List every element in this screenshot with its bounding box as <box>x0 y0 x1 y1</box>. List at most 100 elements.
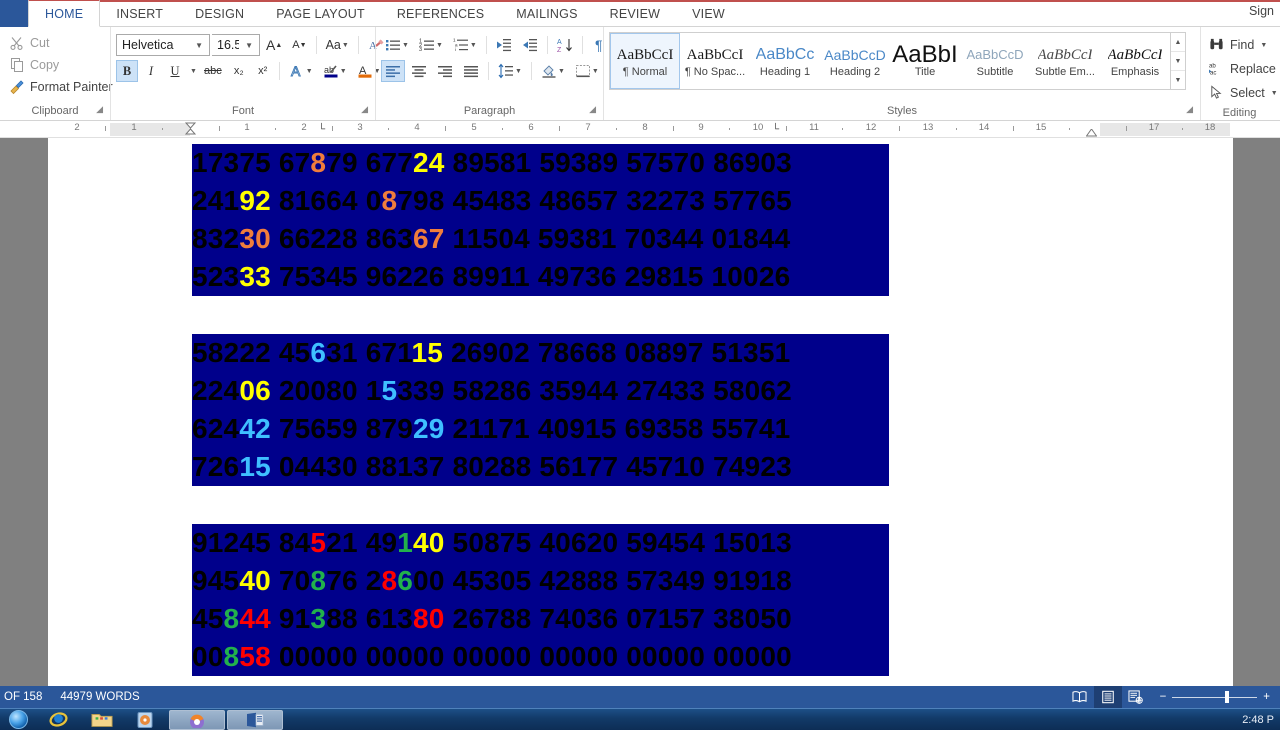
align-right-button[interactable] <box>433 60 457 82</box>
word-count-label[interactable]: 44979 WORDS <box>60 691 139 703</box>
number-run: 91245 84 <box>192 527 311 558</box>
line-spacing-button[interactable]: ▼ <box>494 60 526 82</box>
select-button[interactable]: Select ▼ <box>1206 82 1280 104</box>
shading-button[interactable]: ▼ <box>537 60 569 82</box>
bullets-button[interactable]: ▼ <box>381 34 413 56</box>
paragraph-dialog-launcher[interactable]: ◢ <box>589 100 596 118</box>
underline-button[interactable]: U <box>164 60 186 82</box>
font-dialog-launcher[interactable]: ◢ <box>361 100 368 118</box>
style-heading-2[interactable]: AaBbCcD Heading 2 <box>820 33 890 89</box>
ruler-tick: 7 <box>585 122 591 133</box>
tab-view[interactable]: VIEW <box>676 0 741 27</box>
decrease-indent-button[interactable] <box>492 34 516 56</box>
read-mode-button[interactable] <box>1066 686 1094 708</box>
style-title[interactable]: AaBbI Title <box>890 33 960 89</box>
tab-review[interactable]: REVIEW <box>594 0 677 27</box>
tab-mailings[interactable]: MAILINGS <box>500 0 593 27</box>
shrink-font-button[interactable]: A ▼ <box>288 34 310 56</box>
number-run: 624 <box>192 413 240 444</box>
right-indent-marker[interactable] <box>1086 129 1097 137</box>
font-name-combobox[interactable]: Helvetica ▼ <box>116 34 210 56</box>
tab-references[interactable]: REFERENCES <box>381 0 500 27</box>
numbering-button[interactable]: 123 ▼ <box>415 34 447 56</box>
cut-button[interactable]: Cut <box>5 32 117 53</box>
number-run: 8 <box>223 641 240 672</box>
multilevel-list-button[interactable]: 1ai ▼ <box>449 34 481 56</box>
zoom-control[interactable]: − + <box>1150 691 1276 703</box>
change-case-button[interactable]: Aa ▼ <box>322 34 353 56</box>
style-subtle-emphasis[interactable]: AaBbCcI Subtle Em... <box>1030 33 1100 89</box>
align-left-button[interactable] <box>381 60 405 82</box>
page-count-label[interactable]: OF 158 <box>4 691 42 703</box>
styles-more-icon[interactable]: ▼ <box>1171 71 1185 89</box>
highlighted-number-block[interactable]: 17375 67879 67724 89581 59389 57570 8690… <box>192 144 889 296</box>
strikethrough-button[interactable]: abc <box>200 60 226 82</box>
style-preview: AaBbCcD <box>824 46 886 63</box>
style-label: Title <box>914 65 936 78</box>
superscript-button[interactable]: x² <box>252 60 274 82</box>
style-emphasis[interactable]: AaBbCcI Emphasis <box>1100 33 1170 89</box>
ruler-tab-stop[interactable]: └ <box>772 124 779 135</box>
horizontal-ruler[interactable]: 2 1 1 2 3 4 5 6 7 8 9 10 11 12 13 14 15 … <box>0 121 1280 138</box>
zoom-out-button[interactable]: − <box>1160 691 1167 703</box>
number-run: 8 <box>310 147 327 178</box>
tab-design[interactable]: DESIGN <box>179 0 260 27</box>
tab-page-layout[interactable]: PAGE LAYOUT <box>260 0 381 27</box>
sort-button[interactable]: AZ <box>553 34 577 56</box>
number-run: 20080 1 <box>270 375 382 406</box>
find-button[interactable]: Find ▼ <box>1206 34 1280 56</box>
styles-dialog-launcher[interactable]: ◢ <box>1186 100 1193 118</box>
replace-button[interactable]: ab ac Replace <box>1206 58 1280 80</box>
styles-scroll-down-icon[interactable]: ▼ <box>1171 52 1185 71</box>
style-no-spacing[interactable]: AaBbCcI ¶ No Spac... <box>680 33 750 89</box>
zoom-slider[interactable] <box>1172 691 1258 703</box>
increase-indent-button[interactable] <box>518 34 542 56</box>
document-canvas[interactable]: 17375 67879 67724 89581 59389 57570 8690… <box>0 138 1280 686</box>
binoculars-icon <box>1209 37 1225 53</box>
document-page[interactable]: 17375 67879 67724 89581 59389 57570 8690… <box>48 138 1233 686</box>
number-line: 17375 67879 67724 89581 59389 57570 8690… <box>192 144 889 182</box>
number-run: 241 <box>192 185 240 216</box>
zoom-in-button[interactable]: + <box>1263 691 1270 703</box>
number-run: 76 2 <box>326 565 382 596</box>
grow-font-button[interactable]: A ▲ <box>262 34 286 56</box>
style-heading-1[interactable]: AaBbCc Heading 1 <box>750 33 820 89</box>
highlighted-number-block[interactable]: 58222 45631 67115 26902 78668 08897 5135… <box>192 334 889 486</box>
tab-insert[interactable]: INSERT <box>100 0 179 27</box>
divider <box>546 36 548 54</box>
chevron-down-icon: ▼ <box>190 67 197 75</box>
subscript-button[interactable]: x₂ <box>228 60 250 82</box>
align-center-button[interactable] <box>407 60 431 82</box>
bold-button[interactable]: B <box>116 60 138 82</box>
italic-button[interactable]: I <box>140 60 162 82</box>
web-layout-button[interactable] <box>1122 686 1150 708</box>
zoom-slider-knob[interactable] <box>1224 691 1229 703</box>
number-run: 224 <box>192 375 240 406</box>
first-line-indent-marker[interactable] <box>185 122 196 136</box>
font-size-combobox[interactable]: 16.5 ▼ <box>212 34 260 56</box>
ruler-tab-stop[interactable]: └ <box>318 124 325 135</box>
style-normal[interactable]: AaBbCcI ¶ Normal <box>610 33 680 89</box>
text-highlight-button[interactable]: ab ▼ <box>319 60 351 82</box>
divider <box>485 36 487 54</box>
format-painter-icon <box>9 79 25 95</box>
styles-scroll-up-icon[interactable]: ▲ <box>1171 33 1185 52</box>
highlighted-number-block[interactable]: 91245 84521 49140 50875 40620 59454 1501… <box>192 524 889 676</box>
style-subtitle[interactable]: AaBbCcD Subtitle <box>960 33 1030 89</box>
font-row-2: B I U ▼ abc x₂ x² A ▼ ab ▼ A ▼ <box>116 60 388 82</box>
tab-home[interactable]: HOME <box>28 0 101 27</box>
print-layout-button[interactable] <box>1093 686 1122 708</box>
file-tab[interactable] <box>0 0 28 27</box>
text-effects-button[interactable]: A ▼ <box>285 60 317 82</box>
clipboard-dialog-launcher[interactable]: ◢ <box>96 100 103 118</box>
format-painter-button[interactable]: Format Painter <box>5 76 117 97</box>
underline-dropdown[interactable]: ▼ <box>188 60 198 82</box>
justify-button[interactable] <box>459 60 483 82</box>
ruler-tick: 9 <box>698 122 704 133</box>
sign-in-link[interactable]: Sign <box>1249 4 1274 18</box>
copy-button[interactable]: Copy <box>5 54 117 75</box>
styles-gallery-scroll[interactable]: ▲ ▼ ▼ <box>1170 33 1185 89</box>
borders-button[interactable]: ▼ <box>571 60 603 82</box>
cut-label: Cut <box>30 35 50 50</box>
clock-label[interactable]: 2:48 P <box>1242 714 1274 726</box>
